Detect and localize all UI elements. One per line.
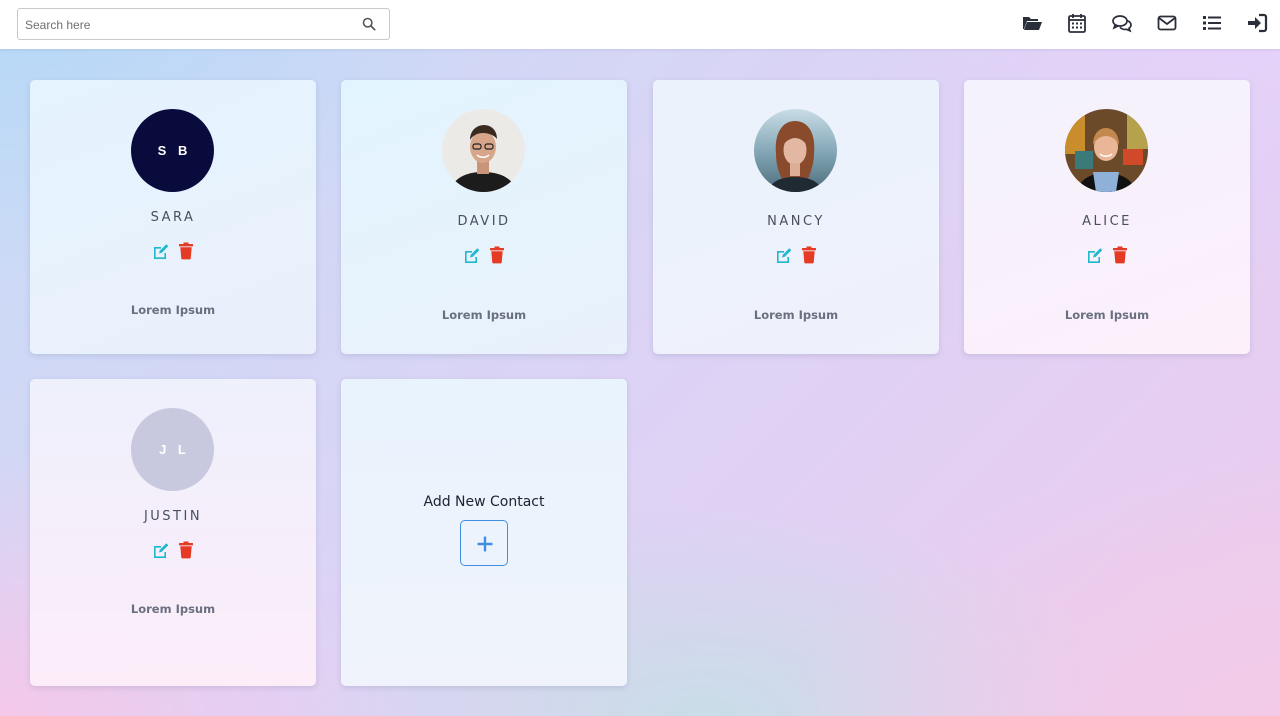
avatar: J L <box>131 408 214 491</box>
envelope-icon[interactable] <box>1156 12 1178 34</box>
contact-actions <box>964 246 1250 264</box>
search-box[interactable] <box>17 8 390 40</box>
edit-icon[interactable] <box>776 246 792 264</box>
avatar-photo <box>1065 109 1148 192</box>
contact-card: DAVID Lorem Ipsum <box>341 80 627 354</box>
contact-name: ALICE <box>1082 214 1132 229</box>
contact-name: SARA <box>150 210 196 225</box>
add-contact-card: Add New Contact <box>341 379 627 686</box>
plus-icon <box>477 536 493 552</box>
edit-icon[interactable] <box>464 246 480 264</box>
comments-icon[interactable] <box>1111 12 1133 34</box>
calendar-icon[interactable] <box>1066 12 1088 34</box>
add-contact-label: Add New Contact <box>423 494 545 510</box>
add-contact-button[interactable] <box>460 520 508 566</box>
nav-icons <box>998 12 1268 34</box>
edit-icon[interactable] <box>1087 246 1103 264</box>
contact-actions <box>653 246 939 264</box>
avatar-initials: J L <box>159 442 190 457</box>
contact-name: NANCY <box>767 214 825 229</box>
contact-card: ALICE Lorem Ipsum <box>964 80 1250 354</box>
contact-name: DAVID <box>457 214 511 229</box>
top-bar <box>0 0 1280 49</box>
delete-icon[interactable] <box>178 242 194 260</box>
contact-name: JUSTIN <box>143 509 203 524</box>
search-input[interactable] <box>25 16 345 34</box>
contact-card: NANCY Lorem Ipsum <box>653 80 939 354</box>
contact-actions <box>30 242 316 260</box>
avatar-initials: S B <box>157 143 192 158</box>
avatar: S B <box>131 109 214 192</box>
delete-icon[interactable] <box>1112 246 1128 264</box>
list-icon[interactable] <box>1201 12 1223 34</box>
contact-actions <box>30 541 316 559</box>
edit-icon[interactable] <box>153 242 169 260</box>
contact-card: J L JUSTIN Lorem Ipsum <box>30 379 316 686</box>
contact-description: Lorem Ipsum <box>130 602 216 616</box>
contact-description: Lorem Ipsum <box>1064 308 1150 322</box>
edit-icon[interactable] <box>153 541 169 559</box>
search-icon[interactable] <box>362 17 376 31</box>
folder-open-icon[interactable] <box>1021 12 1043 34</box>
contact-description: Lorem Ipsum <box>130 303 216 317</box>
delete-icon[interactable] <box>489 246 505 264</box>
delete-icon[interactable] <box>801 246 817 264</box>
contact-card: S B SARA Lorem Ipsum <box>30 80 316 354</box>
avatar-photo <box>754 109 837 192</box>
contact-description: Lorem Ipsum <box>753 308 839 322</box>
contact-actions <box>341 246 627 264</box>
sign-in-icon[interactable] <box>1246 12 1268 34</box>
contact-description: Lorem Ipsum <box>441 308 527 322</box>
delete-icon[interactable] <box>178 541 194 559</box>
avatar-photo <box>442 109 525 192</box>
